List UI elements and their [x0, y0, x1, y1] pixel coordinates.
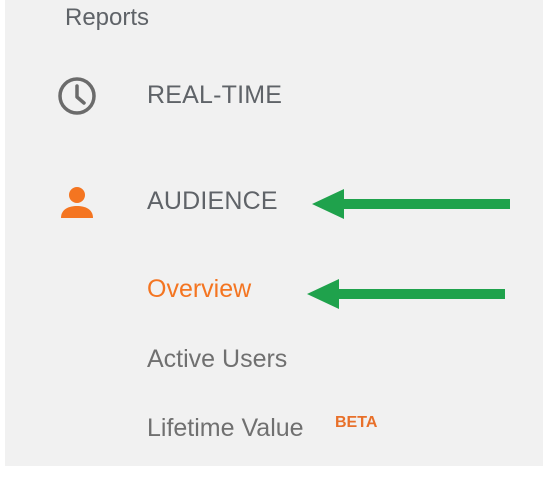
reports-section-title: Reports [65, 4, 150, 31]
annotation-arrow-overview [307, 279, 505, 309]
sidebar-item-label: REAL-TIME [147, 81, 283, 109]
person-icon [55, 180, 99, 224]
annotation-arrow-audience [312, 189, 510, 219]
clock-icon [55, 74, 99, 118]
sidebar-item-label: AUDIENCE [147, 187, 278, 215]
sidebar-subitem-active-users[interactable]: Active Users [147, 345, 287, 374]
sidebar-subitem-lifetime-value[interactable]: Lifetime Value [147, 414, 304, 443]
sidebar-item-real-time[interactable]: REAL-TIME [5, 66, 475, 126]
sidebar-subitem-overview[interactable]: Overview [147, 275, 251, 304]
reports-sidebar-panel: Reports REAL-TIME AUDIENCE Overview Acti… [5, 0, 543, 466]
beta-badge: BETA [335, 414, 378, 431]
